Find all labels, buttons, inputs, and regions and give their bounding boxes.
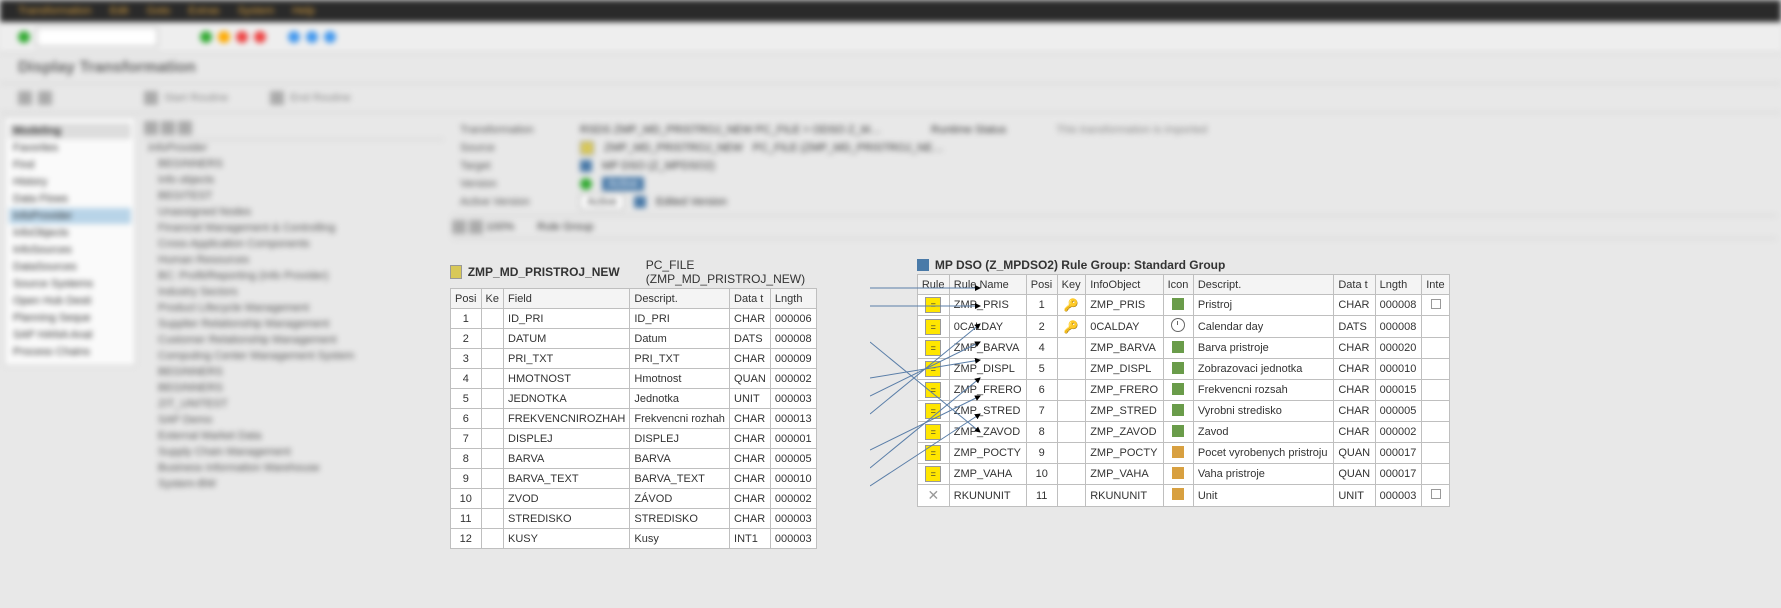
rule-toolbar: 100% Rule Group bbox=[452, 215, 1777, 239]
table-row[interactable]: 9BARVA_TEXTBARVA_TEXTCHAR000010 bbox=[451, 469, 817, 489]
direct-assign-icon: = bbox=[925, 403, 941, 419]
tree-toolbar bbox=[144, 117, 444, 140]
menu-item[interactable]: Help bbox=[292, 5, 315, 17]
direct-assign-icon: = bbox=[925, 340, 941, 356]
table-row[interactable]: =ZMP_VAHA10ZMP_VAHAVaha pristrojeQUAN000… bbox=[917, 464, 1449, 485]
col-key[interactable]: Ke bbox=[481, 289, 504, 309]
menubar: Transformation Edit Goto Extras System H… bbox=[0, 0, 1781, 22]
dso-icon bbox=[917, 259, 929, 271]
table-row[interactable]: 8BARVABARVACHAR000005 bbox=[451, 449, 817, 469]
direct-assign-icon: = bbox=[925, 361, 941, 377]
table-row[interactable]: 10ZVODZÁVODCHAR000002 bbox=[451, 489, 817, 509]
menu-item[interactable]: Transformation bbox=[18, 5, 92, 17]
table-row[interactable]: ✕RKUNUNIT11RKUNUNITUnitUNIT000003 bbox=[917, 485, 1449, 507]
col-desc[interactable]: Descript. bbox=[630, 289, 730, 309]
characteristic-icon bbox=[1172, 298, 1184, 310]
table-row[interactable]: =ZMP_POCTY9ZMP_POCTYPocet vyrobenych pri… bbox=[917, 443, 1449, 464]
table-row[interactable]: =ZMP_BARVA4ZMP_BARVABarva pristrojeCHAR0… bbox=[917, 338, 1449, 359]
direct-assign-icon: = bbox=[925, 445, 941, 461]
characteristic-icon bbox=[1172, 425, 1184, 437]
checkbox[interactable] bbox=[1431, 299, 1441, 309]
menu-item[interactable]: Edit bbox=[110, 5, 129, 17]
target-panel: MP DSO (Z_MPDSO2) Rule Group: Standard G… bbox=[917, 258, 1450, 507]
col-key[interactable]: Key bbox=[1057, 275, 1086, 295]
keyfigure-icon bbox=[1172, 488, 1184, 500]
col-pos[interactable]: Posi bbox=[451, 289, 482, 309]
sub-toolbar: Start Routine End Routine bbox=[0, 83, 1781, 113]
table-row[interactable]: 11STREDISKOSTREDISKOCHAR000003 bbox=[451, 509, 817, 529]
source-panel: ZMP_MD_PRISTROJ_NEW PC_FILE (ZMP_MD_PRIS… bbox=[450, 258, 817, 549]
menu-item[interactable]: Goto bbox=[147, 5, 171, 17]
table-row[interactable]: 1ID_PRIID_PRICHAR000006 bbox=[451, 309, 817, 329]
table-row[interactable]: 12KUSYKusyINT1000003 bbox=[451, 529, 817, 549]
table-row[interactable]: 3PRI_TXTPRI_TXTCHAR000009 bbox=[451, 349, 817, 369]
table-row[interactable]: 5JEDNOTKAJednotkaUNIT000003 bbox=[451, 389, 817, 409]
table-row[interactable]: =ZMP_DISPL5ZMP_DISPLZobrazovaci jednotka… bbox=[917, 359, 1449, 380]
menu-item[interactable]: System bbox=[238, 5, 275, 17]
target-table[interactable]: Rule Rule Name Posi Key InfoObject Icon … bbox=[917, 274, 1450, 507]
table-row[interactable]: =0CALDAY2🔑0CALDAYCalendar dayDATS000008 bbox=[917, 316, 1449, 338]
characteristic-icon bbox=[1172, 362, 1184, 374]
col-infoobject[interactable]: InfoObject bbox=[1086, 275, 1163, 295]
table-row[interactable]: 2DATUMDatumDATS000008 bbox=[451, 329, 817, 349]
col-type[interactable]: Data t bbox=[730, 289, 771, 309]
table-row[interactable]: =ZMP_PRIS1🔑ZMP_PRISPristrojCHAR000008 bbox=[917, 295, 1449, 316]
infoprovider-tree: InfoProvider BEGINNERSInfo objects BEGIT… bbox=[144, 140, 444, 492]
table-row[interactable]: 7DISPLEJDISPLEJCHAR000001 bbox=[451, 429, 817, 449]
direct-assign-icon: = bbox=[925, 382, 941, 398]
col-type[interactable]: Data t bbox=[1334, 275, 1375, 295]
direct-assign-icon: = bbox=[925, 466, 941, 482]
main-toolbar bbox=[0, 22, 1781, 53]
target-title: MP DSO (Z_MPDSO2) Rule Group: Standard G… bbox=[935, 258, 1225, 272]
col-len[interactable]: Lngth bbox=[770, 289, 816, 309]
table-row[interactable]: 6FREKVENCNIROZHAHFrekvencni rozhahCHAR00… bbox=[451, 409, 817, 429]
table-row[interactable]: =ZMP_STRED7ZMP_STREDVyrobni strediskoCHA… bbox=[917, 401, 1449, 422]
table-row[interactable]: =ZMP_FRERO6ZMP_FREROFrekvencni rozsahCHA… bbox=[917, 380, 1449, 401]
key-icon: 🔑 bbox=[1064, 298, 1079, 312]
keyfigure-icon bbox=[1172, 467, 1184, 479]
source-subtitle: PC_FILE (ZMP_MD_PRISTROJ_NEW) bbox=[646, 258, 817, 286]
col-len[interactable]: Lngth bbox=[1375, 275, 1422, 295]
direct-assign-icon: = bbox=[925, 424, 941, 440]
col-rule[interactable]: Rule bbox=[917, 275, 949, 295]
clock-icon bbox=[1171, 318, 1185, 332]
datasource-icon bbox=[450, 265, 462, 279]
col-rulename[interactable]: Rule Name bbox=[949, 275, 1026, 295]
table-row[interactable]: 4HMOTNOSTHmotnostQUAN000002 bbox=[451, 369, 817, 389]
page-title: Display Transformation bbox=[0, 53, 1781, 83]
characteristic-icon bbox=[1172, 341, 1184, 353]
col-icon[interactable]: Icon bbox=[1163, 275, 1193, 295]
direct-assign-icon: = bbox=[925, 297, 941, 313]
col-field[interactable]: Field bbox=[504, 289, 630, 309]
characteristic-icon bbox=[1172, 404, 1184, 416]
col-desc[interactable]: Descript. bbox=[1193, 275, 1333, 295]
no-rule-icon: ✕ bbox=[927, 487, 939, 503]
nav-panel: Modeling FavoritesFindHistory Data Flows… bbox=[4, 117, 136, 366]
checkbox[interactable] bbox=[1431, 489, 1441, 499]
source-title: ZMP_MD_PRISTROJ_NEW bbox=[468, 265, 620, 279]
transformation-info: TransformationRSDS ZMP_MD_PRISTROJ_NEW P… bbox=[452, 117, 1777, 215]
characteristic-icon bbox=[1172, 383, 1184, 395]
keyfigure-icon bbox=[1172, 446, 1184, 458]
menu-item[interactable]: Extras bbox=[188, 5, 219, 17]
col-pos[interactable]: Posi bbox=[1026, 275, 1057, 295]
col-int[interactable]: Inte bbox=[1422, 275, 1450, 295]
source-table[interactable]: Posi Ke Field Descript. Data t Lngth 1ID… bbox=[450, 288, 817, 549]
key-icon: 🔑 bbox=[1064, 320, 1079, 334]
direct-assign-icon: = bbox=[925, 319, 941, 335]
table-row[interactable]: =ZMP_ZAVOD8ZMP_ZAVODZavodCHAR000002 bbox=[917, 422, 1449, 443]
